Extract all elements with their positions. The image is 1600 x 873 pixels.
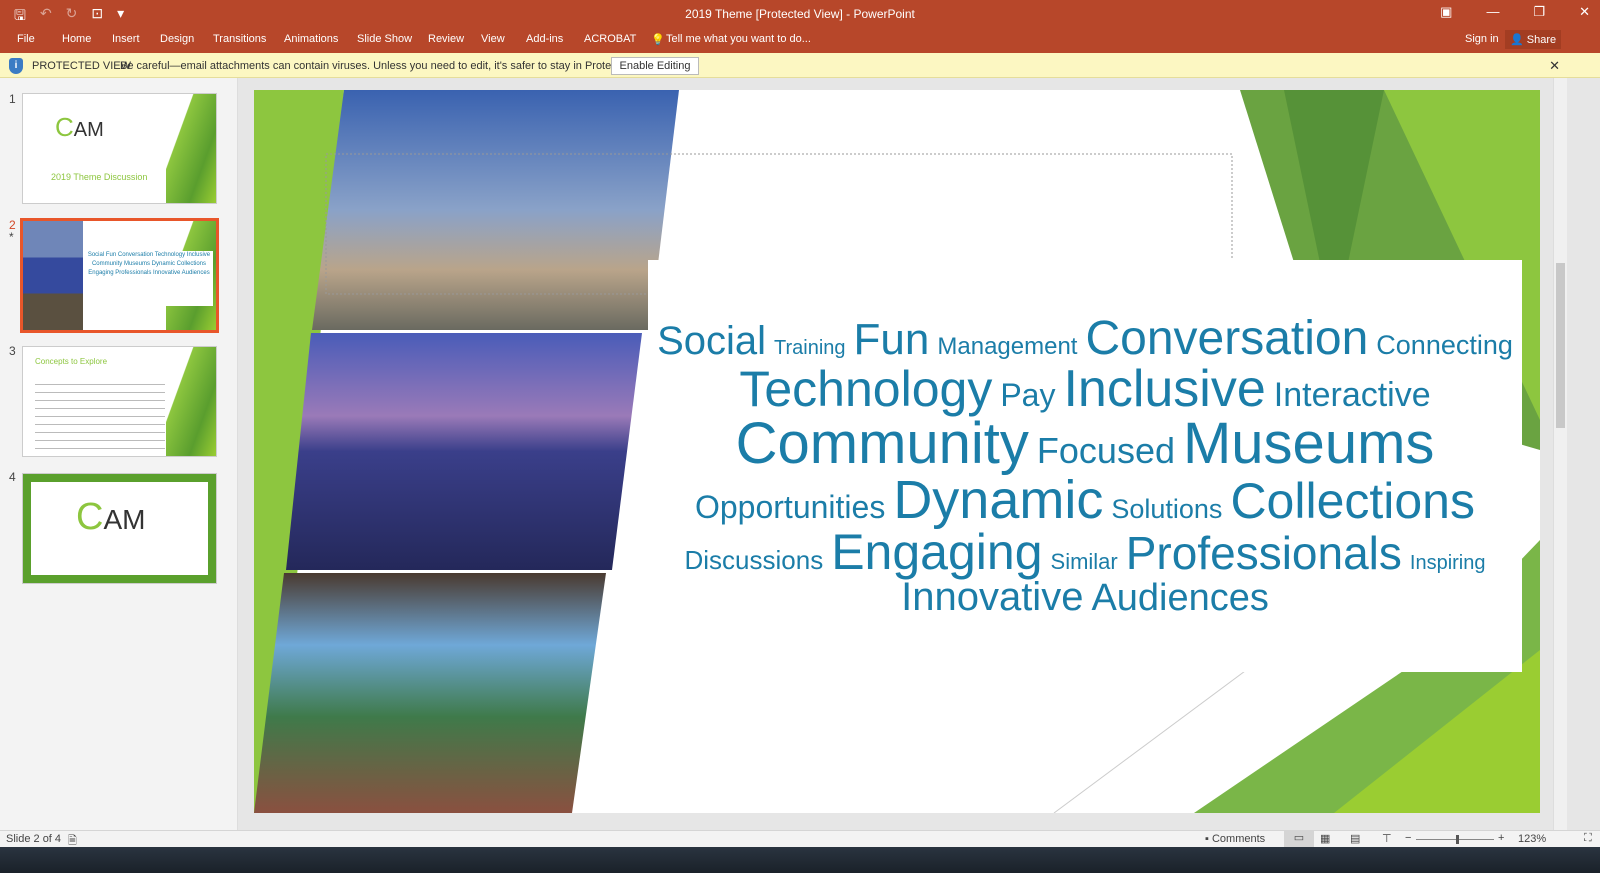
word-pay: Pay [1000, 377, 1056, 413]
tab-review[interactable]: Review [428, 33, 464, 45]
share-button[interactable]: 👤 Share [1505, 30, 1562, 49]
close-bar-icon[interactable]: ✕ [1549, 58, 1560, 74]
reading-view-icon[interactable]: ▤ [1350, 832, 1360, 845]
mini-word-cloud: Social Fun Conversation Technology Inclu… [85, 251, 213, 306]
word-engaging: Engaging [831, 524, 1043, 580]
tab-file[interactable]: File [17, 33, 35, 45]
slide-thumbnail-4[interactable]: CAM [22, 473, 217, 584]
slide-number: 4 [9, 470, 16, 484]
ribbon-tabs: File Home Insert Design Transitions Anim… [0, 28, 1600, 53]
tab-insert[interactable]: Insert [112, 33, 140, 45]
word-dynamic: Dynamic [893, 470, 1104, 530]
close-icon[interactable]: ✕ [1579, 4, 1590, 20]
word-management: Management [937, 333, 1078, 360]
slide-thumbnail-1[interactable]: CAM 2019 Theme Discussion [22, 93, 217, 204]
word-technology: Technology [739, 361, 993, 417]
fit-to-window-icon[interactable]: ⛶ [1584, 832, 1592, 845]
word-interactive: Interactive [1273, 376, 1431, 414]
slide-editor: Social Training Fun Management Conversat… [238, 78, 1553, 830]
cam-logo: CAM [55, 112, 104, 142]
slide-1-title: 2019 Theme Discussion [51, 172, 148, 182]
logo-panel: CAM [31, 482, 208, 575]
comment-icon: ▪ [1205, 833, 1209, 845]
title-bar: 🖫 ↶ ↻ ⊡ ▾ 2019 Theme [Protected View] - … [0, 0, 1600, 28]
word-audiences: Audiences [1091, 577, 1269, 619]
zoom-in-button[interactable]: + [1498, 832, 1504, 844]
share-label: Share [1526, 34, 1557, 46]
tab-home[interactable]: Home [62, 33, 91, 45]
tab-view[interactable]: View [481, 33, 505, 45]
minimize-icon[interactable]: — [1486, 4, 1499, 20]
word-inclusive: Inclusive [1063, 360, 1266, 418]
window-title: 2019 Theme [Protected View] - PowerPoint [685, 7, 915, 21]
status-bar: Slide 2 of 4 🗎 ▪ Comments ▭ ▦ ▤ ⊤ − + 12… [0, 830, 1600, 847]
word-connecting: Connecting [1376, 330, 1513, 360]
windows-taskbar [0, 847, 1600, 873]
normal-view-icon[interactable]: ▭ [1284, 831, 1314, 847]
tab-animations[interactable]: Animations [284, 33, 338, 45]
restore-icon[interactable]: ❐ [1533, 4, 1545, 20]
comments-label: Comments [1211, 833, 1266, 845]
slide-sorter-icon[interactable]: ▦ [1320, 832, 1330, 845]
word-opportunities: Opportunities [694, 489, 886, 525]
word-conversation: Conversation [1085, 312, 1369, 365]
slide-thumbnail-3[interactable]: Concepts to Explore [22, 346, 217, 457]
word-solutions: Solutions [1111, 494, 1223, 524]
changed-marker: * [9, 230, 14, 244]
person-icon: 👤 [1510, 34, 1524, 46]
tab-add-ins[interactable]: Add-ins [526, 33, 563, 45]
protected-view-bar: i PROTECTED VIEW Be careful—email attach… [0, 53, 1600, 78]
zoom-slider[interactable] [1416, 835, 1494, 844]
protected-view-message: Be careful—email attachments can contain… [120, 60, 662, 72]
shield-info-icon: i [9, 58, 23, 74]
zoom-slider-thumb[interactable] [1456, 835, 1459, 844]
tab-transitions[interactable]: Transitions [213, 33, 266, 45]
slide-show-icon[interactable]: ⊤ [1382, 832, 1392, 845]
photo-ferry-building-arch [254, 573, 606, 813]
tell-me-input[interactable]: Tell me what you want to do... [666, 33, 811, 45]
slide-number: 3 [9, 344, 16, 358]
protected-view-label: PROTECTED VIEW [32, 60, 132, 72]
slide-number: 1 [9, 92, 16, 106]
word-focused: Focused [1036, 430, 1175, 471]
slide-thumbnail-pane: 1 CAM 2019 Theme Discussion 2 * Social F… [0, 78, 238, 830]
bullet-list [35, 379, 165, 449]
zoom-out-button[interactable]: − [1405, 832, 1411, 844]
cam-logo: CAM [76, 496, 146, 538]
tab-slide-show[interactable]: Slide Show [357, 33, 412, 45]
ribbon-display-icon[interactable]: ▣ [1440, 4, 1452, 20]
word-innovative: Innovative [901, 575, 1084, 619]
zoom-level[interactable]: 123% [1518, 833, 1546, 845]
vertical-scrollbar[interactable] [1553, 78, 1567, 830]
word-discussions: Discussions [684, 545, 824, 575]
scrollbar-thumb[interactable] [1556, 263, 1565, 428]
lightbulb-icon: 💡 [651, 34, 665, 46]
word-fun: Fun [853, 315, 930, 364]
green-decoration [166, 94, 216, 203]
tab-design[interactable]: Design [160, 33, 194, 45]
sign-in-link[interactable]: Sign in [1465, 33, 1499, 45]
tab-acrobat[interactable]: ACROBAT [584, 33, 636, 45]
word-social: Social [657, 319, 767, 363]
word-training: Training [774, 337, 846, 359]
slide-3-title: Concepts to Explore [35, 357, 108, 366]
word-inspiring: Inspiring [1409, 552, 1486, 574]
slide-thumbnail-2-selected[interactable]: Social Fun Conversation Technology Inclu… [20, 218, 219, 333]
enable-editing-button[interactable]: Enable Editing [611, 57, 699, 75]
comments-button[interactable]: ▪ Comments [1205, 833, 1265, 845]
word-collections: Collections [1230, 473, 1475, 529]
slide-2[interactable]: Social Training Fun Management Conversat… [254, 90, 1540, 813]
word-professionals: Professionals [1125, 527, 1402, 579]
word-cloud: Social Training Fun Management Conversat… [648, 260, 1522, 672]
photo-strip [23, 221, 83, 330]
word-similar: Similar [1050, 549, 1118, 574]
word-museums: Museums [1182, 411, 1435, 476]
green-decoration [166, 347, 216, 456]
slide-indicator: Slide 2 of 4 [6, 833, 62, 845]
photo-union-square [312, 90, 679, 330]
photo-city-night [286, 333, 642, 570]
word-community: Community [735, 411, 1029, 476]
